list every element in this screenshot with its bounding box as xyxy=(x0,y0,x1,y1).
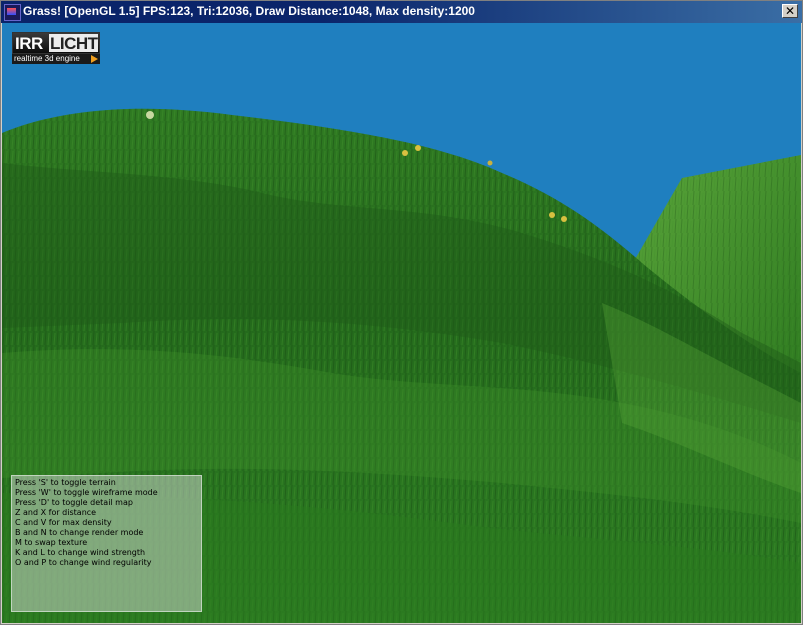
logo-licht-box: LICHT xyxy=(49,34,98,53)
help-line: Press 'S' to toggle terrain xyxy=(15,478,116,487)
help-line: Press 'D' to toggle detail map xyxy=(15,498,133,507)
help-panel: Press 'S' to toggle terrain Press 'W' to… xyxy=(11,475,202,612)
flower xyxy=(549,212,555,218)
help-line: Press 'W' to toggle wireframe mode xyxy=(15,488,158,497)
flower xyxy=(415,145,421,151)
logo-tagline-bar: realtime 3d engine xyxy=(12,54,100,64)
help-line: O and P to change wind regularity xyxy=(15,558,152,567)
help-line: Z and X for distance xyxy=(15,508,97,517)
flower xyxy=(402,150,408,156)
app-window: Grass! [OpenGL 1.5] FPS:123, Tri:12036, … xyxy=(0,0,803,625)
help-line: M to swap texture xyxy=(15,538,88,547)
logo-tagline: realtime 3d engine xyxy=(14,54,80,63)
help-line: K and L to change wind strength xyxy=(15,548,146,557)
close-icon: ✕ xyxy=(784,4,796,18)
app-icon[interactable] xyxy=(4,4,21,21)
play-arrow-icon xyxy=(91,55,98,63)
title-bar[interactable]: Grass! [OpenGL 1.5] FPS:123, Tri:12036, … xyxy=(1,1,802,23)
irrlicht-logo: IRR LICHT realtime 3d engine xyxy=(12,32,100,64)
render-viewport[interactable]: IRR LICHT realtime 3d engine Press 'S' t… xyxy=(2,23,801,623)
help-line: B and N to change render mode xyxy=(15,528,144,537)
flower xyxy=(487,160,493,166)
flower xyxy=(146,111,154,119)
window-title: Grass! [OpenGL 1.5] FPS:123, Tri:12036, … xyxy=(23,4,475,18)
logo-irr-text: IRR xyxy=(15,34,43,53)
logo-top: IRR LICHT xyxy=(12,32,100,54)
close-button[interactable]: ✕ xyxy=(782,4,798,18)
flower xyxy=(561,216,567,222)
logo-licht-text: LICHT xyxy=(50,34,98,53)
help-line: C and V for max density xyxy=(15,518,112,527)
